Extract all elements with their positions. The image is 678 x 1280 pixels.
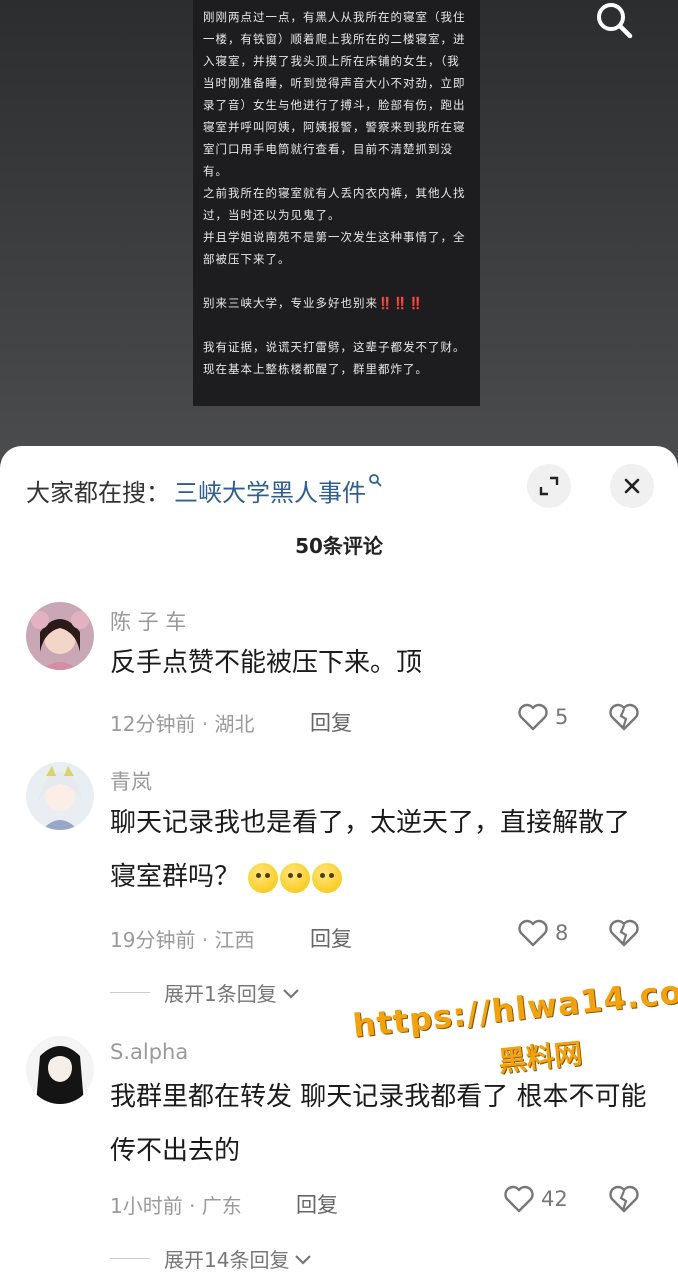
expand-sheet-button[interactable] bbox=[527, 464, 571, 508]
like-button[interactable]: 8 bbox=[517, 918, 568, 948]
comment-time-location: 1小时前 · 广东 bbox=[110, 1194, 242, 1218]
comment-author[interactable]: S.alpha bbox=[110, 1040, 188, 1064]
heart-icon bbox=[504, 1185, 534, 1213]
small-search-icon bbox=[368, 473, 382, 491]
trending-search[interactable]: 大家都在搜： 三峡大学黑人事件 bbox=[26, 470, 382, 510]
comment-text: 我群里都在转发 聊天记录我都看了 根本不可能传不出去的 bbox=[110, 1082, 647, 1166]
post-line-6: 现在基本上整栋楼都醒了，群里都炸了。 bbox=[203, 362, 428, 376]
chevron-down-icon bbox=[282, 988, 299, 999]
divider-line bbox=[110, 992, 150, 993]
divider-line bbox=[110, 1258, 150, 1259]
avatar[interactable] bbox=[26, 602, 94, 670]
heart-icon bbox=[518, 703, 548, 731]
comment-time-location: 12分钟前 · 湖北 bbox=[110, 712, 255, 736]
expand-replies-label: 展开14条回复 bbox=[164, 1248, 290, 1272]
emoji-icon bbox=[280, 862, 311, 893]
dislike-button[interactable] bbox=[608, 702, 640, 736]
post-line-5: 我有证据，说谎天打雷劈，这辈子都发不了财。 bbox=[203, 340, 466, 354]
emoji-icon bbox=[312, 862, 343, 893]
reply-button[interactable]: 回复 bbox=[310, 707, 352, 737]
reply-button[interactable]: 回复 bbox=[296, 1189, 338, 1219]
dislike-button[interactable] bbox=[608, 1184, 640, 1218]
broken-heart-icon bbox=[609, 1185, 639, 1213]
chevron-down-icon bbox=[295, 1254, 312, 1265]
post-line-3: 并且学姐说南苑不是第一次发生这种事情了，全部被压下来了。 bbox=[203, 230, 466, 266]
comment-author[interactable]: 青岚 bbox=[110, 766, 152, 796]
reply-button[interactable]: 回复 bbox=[310, 923, 352, 953]
expand-replies-label: 展开1条回复 bbox=[164, 982, 277, 1006]
like-count: 42 bbox=[541, 1187, 568, 1211]
close-button[interactable] bbox=[610, 464, 654, 508]
broken-heart-icon bbox=[609, 919, 639, 947]
like-count: 8 bbox=[555, 921, 569, 945]
comment-count-title: 50条评论 bbox=[295, 534, 383, 558]
post-line-1: 刚刚两点过一点，有黑人从我所在的寝室（我住一楼，有铁窗）顺着爬上我所在的二楼寝室… bbox=[203, 10, 466, 178]
comment-text: 聊天记录我也是看了，太逆天了，直接解散了寝室群吗？ bbox=[110, 808, 631, 893]
comment-text: 反手点赞不能被压下来。顶 bbox=[110, 648, 423, 678]
trending-search-prefix: 大家都在搜： bbox=[26, 478, 170, 507]
like-button[interactable]: 5 bbox=[517, 702, 568, 732]
post-screenshot: 刚刚两点过一点，有黑人从我所在的寝室（我住一楼，有铁窗）顺着爬上我所在的二楼寝室… bbox=[193, 0, 480, 406]
post-line-4: 别来三峡大学，专业多好也别来‼️‼️‼️ bbox=[203, 296, 424, 310]
comment-author[interactable]: 陈 子 车 bbox=[110, 606, 186, 636]
like-button[interactable]: 42 bbox=[503, 1184, 568, 1214]
dislike-button[interactable] bbox=[608, 918, 640, 952]
expand-icon bbox=[539, 476, 559, 496]
post-line-2: 之前我所在的寝室就有人丢内衣内裤，其他人找过，当时还以为见鬼了。 bbox=[203, 186, 466, 222]
video-background: 刚刚两点过一点，有黑人从我所在的寝室（我住一楼，有铁窗）顺着爬上我所在的二楼寝室… bbox=[0, 0, 678, 460]
like-count: 5 bbox=[555, 705, 569, 729]
exclamation-marks: ‼️‼️‼️ bbox=[378, 296, 424, 310]
avatar[interactable] bbox=[26, 762, 94, 830]
comment-time-location: 19分钟前 · 江西 bbox=[110, 928, 255, 952]
search-icon[interactable] bbox=[594, 0, 634, 40]
close-icon bbox=[624, 478, 640, 494]
emoji-icon bbox=[248, 862, 279, 893]
expand-replies-button[interactable]: 展开1条回复 bbox=[110, 978, 301, 1007]
trending-search-term[interactable]: 三峡大学黑人事件 bbox=[174, 473, 366, 508]
avatar[interactable] bbox=[26, 1036, 94, 1104]
expand-replies-button[interactable]: 展开14条回复 bbox=[110, 1244, 313, 1273]
heart-icon bbox=[518, 919, 548, 947]
broken-heart-icon bbox=[609, 703, 639, 731]
comments-sheet: 大家都在搜： 三峡大学黑人事件 50条评论 陈 子 车 反手点赞不能被压下来。顶… bbox=[0, 446, 678, 1280]
